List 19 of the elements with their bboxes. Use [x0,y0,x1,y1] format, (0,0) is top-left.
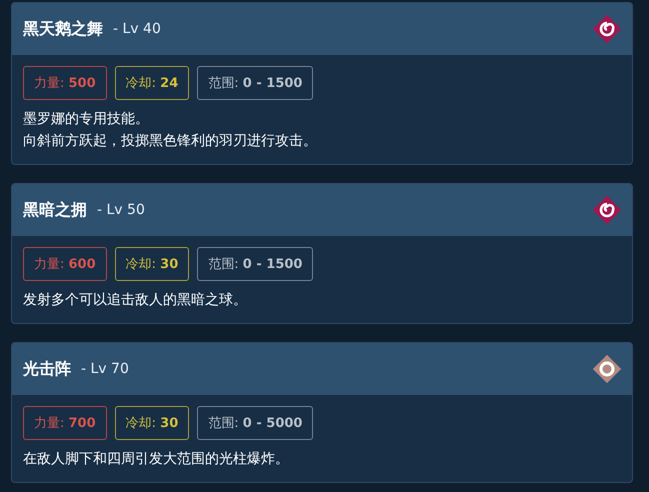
skill-description: 发射多个可以追击敌人的黑暗之球。 [23,291,248,310]
skill-description: 向斜前方跃起，投掷黑色锋利的羽刃进行攻击。 [23,132,318,151]
stat-badge: 范围: 0 - 1500 [197,247,314,281]
skill-name: 黑暗之拥 [23,200,87,220]
skill-description: 在敌人脚下和四周引发大范围的光柱爆炸。 [23,450,290,469]
stat-badge: 范围: 0 - 5000 [197,406,314,440]
skill-name: 黑天鹅之舞 [23,18,103,40]
stat-badge: 力量: 600 [23,247,107,281]
stat-badge: 力量: 700 [23,406,107,440]
skill-level: - Lv 40 [113,21,161,37]
stat-badge: 冷却: 30 [114,247,190,281]
skill-name: 光击阵 [23,358,71,380]
stat-badge: 冷却: 30 [114,406,190,440]
skill-level: - Lv 70 [81,361,129,377]
skill-description: 墨罗娜的专用技能。 [23,110,150,129]
stat-badge: 范围: 0 - 1500 [197,66,314,100]
skill-level: - Lv 50 [97,202,145,218]
stat-badge: 力量: 500 [23,66,107,100]
stat-badge: 冷却: 24 [114,66,190,100]
